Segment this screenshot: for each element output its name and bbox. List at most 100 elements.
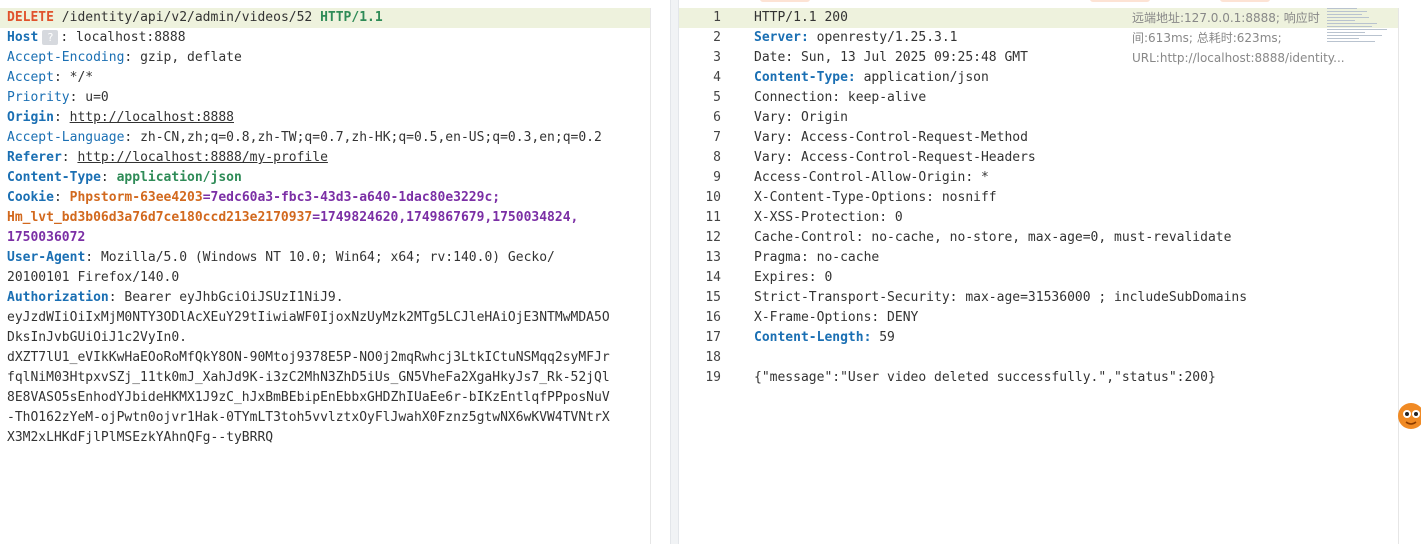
- auth-line-5[interactable]: fqlNiM03HtpxvSZj_11tk0mJ_XahJd9K-i3zC2Mh…: [7, 368, 610, 388]
- line-number: 12: [705, 230, 721, 245]
- response-header-content-type[interactable]: Content-Type: application/json: [754, 68, 989, 88]
- header-value: gzip, deflate: [140, 50, 242, 65]
- header-value: Mozilla/5.0 (Windows NT 10.0; Win64; x64…: [100, 250, 555, 265]
- header-accept-encoding[interactable]: Accept-Encoding: gzip, deflate: [7, 48, 242, 68]
- line-number: 17: [705, 330, 721, 345]
- header-value: zh-CN,zh;q=0.8,zh-TW;q=0.7,zh-HK;q=0.5,e…: [140, 130, 602, 145]
- header-value: fqlNiM03HtpxvSZj_11tk0mJ_XahJd9K-i3zC2Mh…: [7, 370, 610, 385]
- header-origin[interactable]: Origin: http://localhost:8888: [7, 108, 234, 128]
- response-header-xfo[interactable]: X-Frame-Options: DENY: [754, 308, 918, 328]
- user-agent-line-2[interactable]: 20100101 Firefox/140.0: [7, 268, 179, 288]
- cookie-line-3[interactable]: 1750036072: [7, 228, 85, 248]
- line-number: 6: [713, 110, 721, 125]
- auth-line-4[interactable]: dXZT7lU1_eVIkKwHaEOoRoMfQkY8ON-90Mtoj937…: [7, 348, 610, 368]
- response-header-vary[interactable]: Vary: Access-Control-Request-Headers: [754, 148, 1036, 168]
- header-accept-language[interactable]: Accept-Language: zh-CN,zh;q=0.8,zh-TW;q=…: [7, 128, 602, 148]
- response-status-line[interactable]: HTTP/1.1 200: [754, 8, 848, 28]
- request-protocol: HTTP/1.1: [320, 10, 383, 25]
- auth-line-6[interactable]: 8E8VASO5sEnhodYJbideHKMX1J9zC_hJxBmBEbip…: [7, 388, 610, 408]
- header-name: Content-Type:: [754, 70, 856, 85]
- request-line[interactable]: DELETE /identity/api/v2/admin/videos/52 …: [7, 8, 383, 28]
- header-value: X3M2xLHKdFjlPlMSEzkYAhnQFg--tyBRRQ: [7, 430, 274, 445]
- cookie-name: Phpstorm-63ee4203: [69, 190, 203, 205]
- header-content-type[interactable]: Content-Type: application/json: [7, 168, 242, 188]
- response-header-content-length[interactable]: Content-Length: 59: [754, 328, 895, 348]
- header-name: Content-Length:: [754, 330, 872, 345]
- response-header-acao[interactable]: Access-Control-Allow-Origin: *: [754, 168, 989, 188]
- response-header-connection[interactable]: Connection: keep-alive: [754, 88, 926, 108]
- header-value: 59: [879, 330, 895, 345]
- header-value: Bearer eyJhbGciOiJSUzI1NiJ9.: [124, 290, 344, 305]
- minimap[interactable]: [1327, 8, 1397, 48]
- response-header-expires[interactable]: Expires: 0: [754, 268, 832, 288]
- header-cookie[interactable]: Cookie: Phpstorm-63ee4203=7edc60a3-fbc3-…: [7, 188, 500, 208]
- line-number: 2: [713, 30, 721, 45]
- referer-link[interactable]: http://localhost:8888/my-profile: [77, 150, 327, 165]
- mascot-icon[interactable]: [1394, 398, 1421, 434]
- header-host[interactable]: Host?: localhost:8888: [7, 28, 186, 48]
- remote-info-text: 远端地址:127.0.0.1:8888; 响应时间:613ms; 总耗时:623…: [1132, 11, 1345, 65]
- line-number: 5: [713, 90, 721, 105]
- header-value: eyJzdWIiOiIxMjM0NTY3ODlAcXEuY29tIiwiaWF0…: [7, 310, 610, 325]
- header-value: 20100101 Firefox/140.0: [7, 270, 180, 285]
- line-number: 9: [713, 170, 721, 185]
- auth-line-7[interactable]: -ThO162zYeM-ojPwtn0ojvr1Hak-0TYmLT3toh5v…: [7, 408, 610, 428]
- header-value: u=0: [85, 90, 109, 105]
- response-header-xxss[interactable]: X-XSS-Protection: 0: [754, 208, 903, 228]
- header-value: application/json: [863, 70, 989, 85]
- request-scrollbar[interactable]: [650, 8, 651, 544]
- cookie-value: =1749824620,1749867679,1750034824,: [312, 210, 579, 225]
- response-scrollbar[interactable]: [1398, 8, 1399, 544]
- response-header-vary[interactable]: Vary: Origin: [754, 108, 848, 128]
- header-value: dXZT7lU1_eVIkKwHaEOoRoMfQkY8ON-90Mtoj937…: [7, 350, 610, 365]
- line-number: 13: [705, 250, 721, 265]
- line-number: 16: [705, 310, 721, 325]
- response-header-cache-control[interactable]: Cache-Control: no-cache, no-store, max-a…: [754, 228, 1231, 248]
- cookie-value: 1750036072: [7, 230, 86, 245]
- line-number: 15: [705, 290, 721, 305]
- header-value: -ThO162zYeM-ojPwtn0ojvr1Hak-0TYmLT3toh5v…: [7, 410, 610, 425]
- pane-splitter[interactable]: [670, 0, 679, 544]
- header-name: Content-Type: [7, 170, 101, 185]
- header-value: application/json: [116, 170, 242, 185]
- cookie-value: =7edc60a3-fbc3-43d3-a640-1dac80e3229c;: [202, 190, 501, 205]
- header-name: Host: [7, 30, 39, 45]
- line-number: 8: [713, 150, 721, 165]
- line-number: 7: [713, 130, 721, 145]
- response-header-date[interactable]: Date: Sun, 13 Jul 2025 09:25:48 GMT: [754, 48, 1028, 68]
- line-number: 1: [713, 10, 721, 25]
- origin-link[interactable]: http://localhost:8888: [70, 110, 234, 125]
- header-referer[interactable]: Referer: http://localhost:8888/my-profil…: [7, 148, 328, 168]
- response-body[interactable]: {"message":"User video deleted successfu…: [754, 368, 1216, 388]
- header-name: Accept: [7, 70, 54, 85]
- response-header-pragma[interactable]: Pragma: no-cache: [754, 248, 879, 268]
- header-name: Priority: [7, 90, 70, 105]
- help-badge-icon[interactable]: ?: [42, 30, 59, 45]
- request-editor[interactable]: DELETE /identity/api/v2/admin/videos/52 …: [0, 0, 670, 544]
- auth-line-2[interactable]: eyJzdWIiOiIxMjM0NTY3ODlAcXEuY29tIiwiaWF0…: [7, 308, 610, 328]
- line-number: 14: [705, 270, 721, 285]
- http-method: DELETE: [7, 10, 54, 25]
- line-number: 11: [705, 210, 721, 225]
- response-header-hsts[interactable]: Strict-Transport-Security: max-age=31536…: [754, 288, 1247, 308]
- header-name: Origin: [7, 110, 54, 125]
- header-authorization[interactable]: Authorization: Bearer eyJhbGciOiJSUzI1Ni…: [7, 288, 344, 308]
- cookie-line-2[interactable]: Hm_lvt_bd3b06d3a76d7ce180ccd213e2170937=…: [7, 208, 578, 228]
- response-header-vary[interactable]: Vary: Access-Control-Request-Method: [754, 128, 1028, 148]
- header-value: localhost:8888: [75, 30, 186, 45]
- line-number: 19: [705, 370, 721, 385]
- response-header-server[interactable]: Server: openresty/1.25.3.1: [754, 28, 958, 48]
- response-header-xcto[interactable]: X-Content-Type-Options: nosniff: [754, 188, 997, 208]
- header-priority[interactable]: Priority: u=0: [7, 88, 109, 108]
- line-number: 3: [713, 50, 721, 65]
- header-name: Server:: [754, 30, 809, 45]
- header-name: Authorization: [7, 290, 109, 305]
- header-value: DksInJvbGUiOiJ1c2VyIn0.: [7, 330, 188, 345]
- header-value: 8E8VASO5sEnhodYJbideHKMX1J9zC_hJxBmBEbip…: [7, 390, 610, 405]
- header-user-agent[interactable]: User-Agent: Mozilla/5.0 (Windows NT 10.0…: [7, 248, 555, 268]
- auth-line-8[interactable]: X3M2xLHKdFjlPlMSEzkYAhnQFg--tyBRRQ: [7, 428, 273, 448]
- header-name: Accept-Encoding: [7, 50, 125, 65]
- auth-line-3[interactable]: DksInJvbGUiOiJ1c2VyIn0.: [7, 328, 187, 348]
- header-accept[interactable]: Accept: */*: [7, 68, 93, 88]
- header-value: openresty/1.25.3.1: [816, 30, 958, 45]
